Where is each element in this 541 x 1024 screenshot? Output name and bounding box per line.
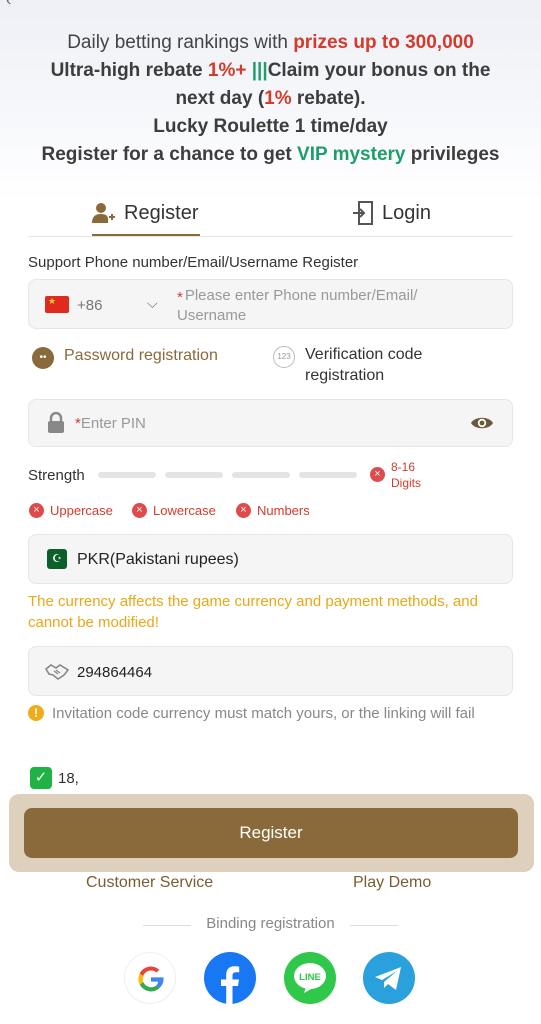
invitation-code-value[interactable]: 294864464 bbox=[77, 664, 152, 681]
register-button-container: Register bbox=[9, 794, 534, 872]
error-x-icon: × bbox=[132, 503, 147, 518]
binding-registration-label: Binding registration bbox=[0, 915, 541, 932]
google-login-button[interactable] bbox=[124, 952, 176, 1004]
pin-input[interactable]: *Enter PIN bbox=[75, 415, 146, 432]
phone-input[interactable]: * Please enter Phone number/Email/ Userna… bbox=[177, 286, 477, 326]
age-agreement[interactable]: ✓ 18, bbox=[30, 767, 79, 789]
facebook-login-button[interactable] bbox=[204, 952, 256, 1004]
register-button[interactable]: Register bbox=[24, 808, 518, 858]
tab-register[interactable]: Register bbox=[92, 190, 198, 236]
tab-login-label: Login bbox=[382, 201, 431, 224]
promo-line-3: next day (1% rebate). bbox=[175, 88, 366, 109]
digits-rule: 8-16 Digits bbox=[391, 460, 422, 490]
pakistan-flag-icon: ☪ bbox=[47, 549, 67, 569]
phone-field[interactable]: ★ +86 ⌵ * Please enter Phone number/Email… bbox=[28, 279, 513, 329]
error-x-icon: × bbox=[236, 503, 251, 518]
telegram-login-button[interactable] bbox=[363, 952, 415, 1004]
strength-bar bbox=[232, 472, 290, 478]
verification-registration-option[interactable]: 123 Verification code registration bbox=[273, 344, 473, 386]
password-registration-option[interactable]: •• Password registration bbox=[32, 347, 218, 369]
user-add-icon bbox=[92, 203, 115, 223]
rule-uppercase: × Uppercase bbox=[29, 503, 113, 518]
play-demo-link[interactable]: Play Demo bbox=[353, 874, 431, 892]
support-label: Support Phone number/Email/Username Regi… bbox=[28, 254, 359, 271]
pin-field[interactable]: *Enter PIN bbox=[28, 399, 513, 447]
promo-banner: Daily betting rankings with prizes up to… bbox=[0, 29, 541, 169]
login-icon bbox=[353, 201, 373, 225]
promo-line-5: Register for a chance to get VIP mystery… bbox=[41, 144, 500, 165]
line-login-button[interactable]: LINE bbox=[284, 952, 336, 1004]
error-x-icon: × bbox=[370, 467, 385, 482]
checkbox-checked-icon[interactable]: ✓ bbox=[30, 767, 52, 789]
error-x-icon: × bbox=[29, 503, 44, 518]
password-dots-icon: •• bbox=[32, 347, 54, 369]
svg-text:LINE: LINE bbox=[299, 972, 321, 983]
customer-service-link[interactable]: Customer Service bbox=[86, 874, 213, 892]
tab-register-label: Register bbox=[124, 201, 199, 224]
password-registration-label: Password registration bbox=[64, 347, 218, 364]
invitation-code-field[interactable]: 294864464 bbox=[28, 646, 513, 696]
lock-icon bbox=[48, 412, 64, 433]
strength-bar bbox=[299, 472, 357, 478]
code-123-icon: 123 bbox=[273, 346, 295, 368]
tab-login[interactable]: Login bbox=[352, 190, 431, 236]
auth-tabs: Register Login bbox=[0, 190, 541, 238]
strength-bar bbox=[98, 472, 156, 478]
strength-bar bbox=[165, 472, 223, 478]
promo-line-1: Daily betting rankings with prizes up to… bbox=[67, 32, 474, 53]
currency-value: PKR(Pakistani rupees) bbox=[77, 551, 239, 568]
handshake-icon bbox=[45, 664, 69, 680]
pin-placeholder: Enter PIN bbox=[80, 415, 146, 432]
eye-icon[interactable] bbox=[470, 414, 494, 432]
strength-label: Strength bbox=[28, 467, 85, 484]
google-icon bbox=[138, 966, 164, 992]
country-code[interactable]: +86 bbox=[77, 297, 102, 314]
currency-field[interactable]: ☪ PKR(Pakistani rupees) bbox=[28, 534, 513, 584]
agreement-text: 18, bbox=[58, 769, 79, 787]
promo-line-4: Lucky Roulette 1 time/day bbox=[153, 116, 388, 137]
rule-lowercase: × Lowercase bbox=[132, 503, 216, 518]
line-icon: LINE bbox=[294, 963, 326, 993]
chevron-down-icon[interactable]: ⌵ bbox=[147, 295, 158, 312]
verification-registration-label: Verification code registration bbox=[305, 346, 423, 384]
back-arrow-icon[interactable]: ‹ bbox=[6, 0, 20, 9]
phone-placeholder: Please enter Phone number/Email/ Usernam… bbox=[177, 287, 418, 324]
promo-line-2: Ultra-high rebate 1%+ |||Claim your bonu… bbox=[50, 60, 491, 81]
invitation-note: ! Invitation code currency must match yo… bbox=[28, 703, 513, 724]
telegram-icon bbox=[375, 967, 401, 990]
required-mark: * bbox=[177, 289, 183, 306]
china-flag-icon[interactable]: ★ bbox=[45, 296, 69, 313]
rule-numbers: × Numbers bbox=[236, 503, 310, 518]
register-page: ‹ Daily betting rankings with prizes up … bbox=[0, 0, 541, 1024]
warning-icon: ! bbox=[28, 705, 44, 721]
currency-note: The currency affects the game currency a… bbox=[28, 593, 478, 631]
tabs-divider bbox=[28, 236, 513, 237]
facebook-icon bbox=[221, 966, 240, 1004]
